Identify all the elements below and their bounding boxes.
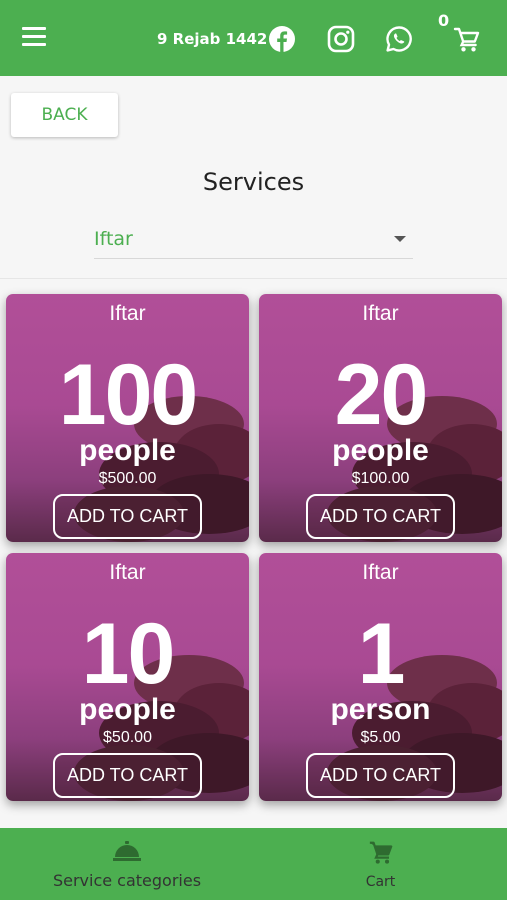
card-quantity: 10 xyxy=(81,606,176,702)
card-category-label: Iftar xyxy=(362,561,399,584)
dropdown-arrow-icon xyxy=(394,236,406,242)
card-unit: people xyxy=(332,434,429,467)
top-app-bar: 9 Rejab 1442 0 xyxy=(0,0,507,76)
service-card[interactable]: Iftar 10 people $50.00 ADD TO CART xyxy=(6,553,249,801)
card-unit: person xyxy=(330,693,431,726)
facebook-icon[interactable] xyxy=(268,25,296,53)
card-price: $5.00 xyxy=(360,729,401,746)
bottom-navigation: Service categories Cart xyxy=(0,828,507,900)
card-unit: people xyxy=(79,434,176,467)
nav-label-cart: Cart xyxy=(365,874,396,890)
add-to-cart-button[interactable]: ADD TO CART xyxy=(53,494,202,539)
back-button[interactable]: BACK xyxy=(11,93,118,137)
nav-label-service-categories: Service categories xyxy=(52,871,202,890)
page-title: Services xyxy=(202,168,305,196)
cart-count-badge: 0 xyxy=(438,11,450,30)
hijri-date: 9 Rejab 1442 xyxy=(157,30,268,48)
menu-icon[interactable] xyxy=(22,27,48,49)
add-to-cart-button[interactable]: ADD TO CART xyxy=(306,753,455,798)
card-price: $100.00 xyxy=(351,470,410,487)
nav-service-categories[interactable]: Service categories xyxy=(0,828,254,900)
cart-icon[interactable] xyxy=(453,26,481,54)
card-category-label: Iftar xyxy=(362,302,399,325)
card-price: $50.00 xyxy=(103,729,152,746)
instagram-icon[interactable] xyxy=(327,25,355,53)
card-quantity: 100 xyxy=(58,347,199,443)
add-to-cart-button[interactable]: ADD TO CART xyxy=(53,753,202,798)
divider xyxy=(0,278,507,279)
add-to-cart-button[interactable]: ADD TO CART xyxy=(306,494,455,539)
cart-icon xyxy=(369,841,392,864)
service-card[interactable]: Iftar 20 people $100.00 ADD TO CART xyxy=(259,294,502,542)
category-select-value: Iftar xyxy=(94,228,133,250)
service-card[interactable]: Iftar 100 people $500.00 ADD TO CART xyxy=(6,294,249,542)
category-select[interactable]: Iftar xyxy=(94,222,413,259)
nav-cart[interactable]: Cart xyxy=(254,828,507,900)
card-quantity: 1 xyxy=(357,606,406,702)
service-card[interactable]: Iftar 1 person $5.00 ADD TO CART xyxy=(259,553,502,801)
whatsapp-icon[interactable] xyxy=(385,25,413,53)
card-quantity: 20 xyxy=(334,347,429,443)
card-category-label: Iftar xyxy=(109,561,146,584)
service-bell-icon xyxy=(113,841,141,861)
card-unit: people xyxy=(79,693,176,726)
card-price: $500.00 xyxy=(98,470,157,487)
card-category-label: Iftar xyxy=(109,302,146,325)
